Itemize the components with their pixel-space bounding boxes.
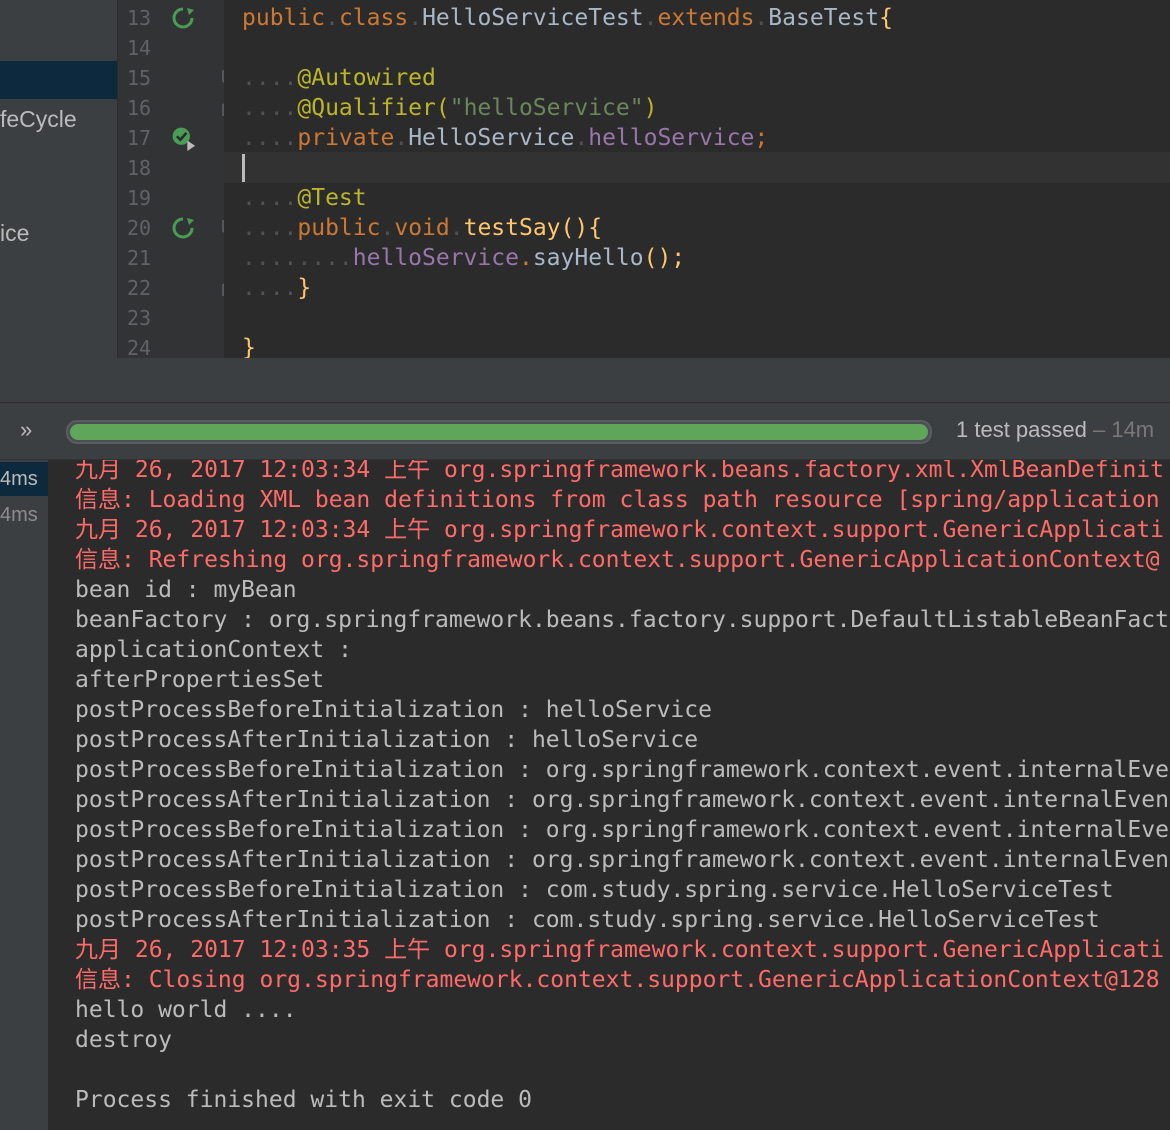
code-token: (); xyxy=(643,245,686,271)
run-console-output[interactable]: 九月 26, 2017 12:03:34 上午 org.springframew… xyxy=(49,460,1170,1130)
console-log-line-error: 九月 26, 2017 12:03:34 上午 org.springframew… xyxy=(75,460,1164,483)
line-number: 21 xyxy=(127,246,152,270)
test-tree-item-duration[interactable]: 4ms xyxy=(0,504,38,527)
line-number: 15 xyxy=(127,66,152,90)
code-token: void xyxy=(394,215,450,241)
line-number: 13 xyxy=(127,6,152,30)
code-token: extends xyxy=(657,5,755,31)
code-token: @Qualifier( xyxy=(297,95,450,121)
console-log-line-error: 信息: Closing org.springframework.context.… xyxy=(75,967,1160,993)
code-token: class xyxy=(338,5,409,31)
code-token: public xyxy=(242,5,326,31)
code-line-22: ....} xyxy=(242,275,312,301)
code-token: sayHello xyxy=(532,245,644,271)
line-number: 14 xyxy=(127,36,152,60)
console-log-line: postProcessBeforeInitialization : org.sp… xyxy=(75,817,1169,843)
code-token: helloService xyxy=(588,125,755,151)
text-caret xyxy=(242,154,245,182)
console-log-line: postProcessAfterInitialization : org.spr… xyxy=(75,847,1169,873)
code-line-21: ........helloService.sayHello(); xyxy=(242,245,686,271)
console-log-line: beanFactory : org.springframework.beans.… xyxy=(75,607,1169,633)
console-log-line: postProcessBeforeInitialization : com.st… xyxy=(75,877,1114,903)
test-progress-bar xyxy=(66,420,932,444)
code-line-17: ....private.HelloService.helloService; xyxy=(242,125,769,151)
code-token: (){ xyxy=(560,215,603,241)
console-log-line: postProcessAfterInitialization : org.spr… xyxy=(75,787,1169,813)
code-token: helloService xyxy=(352,245,519,271)
code-token: @Test xyxy=(297,185,367,211)
code-token: private xyxy=(297,125,395,151)
code-token: @Autowired xyxy=(297,65,436,91)
code-token: . xyxy=(518,245,533,271)
console-log-line-error: 九月 26, 2017 12:03:34 上午 org.springframew… xyxy=(75,517,1164,543)
console-log-line: postProcessBeforeInitialization : org.sp… xyxy=(75,757,1169,783)
line-number: 20 xyxy=(127,216,152,240)
sidebar-item-lifecycle[interactable]: feCycle xyxy=(0,106,77,133)
sidebar-selected-row[interactable] xyxy=(0,61,117,99)
console-log-line: postProcessAfterInitialization : com.stu… xyxy=(75,907,1100,933)
code-token: BaseTest xyxy=(768,5,880,31)
code-token: ; xyxy=(754,125,769,151)
tool-window-strip xyxy=(0,358,1170,403)
test-results-tree: 4ms 4ms xyxy=(0,460,49,1130)
test-progress-fill xyxy=(70,424,928,440)
console-log-line: postProcessAfterInitialization : helloSe… xyxy=(75,727,699,753)
console-log-line: applicationContext : xyxy=(75,637,366,663)
console-log-line-error: 九月 26, 2017 12:03:35 上午 org.springframew… xyxy=(75,937,1164,963)
run-test-method-icon[interactable] xyxy=(170,215,196,241)
run-test-class-icon[interactable] xyxy=(170,5,196,31)
line-number: 19 xyxy=(127,186,152,210)
code-token: { xyxy=(879,5,893,31)
test-runner-toolbar: » 1 test passed – 14m xyxy=(0,403,1170,460)
code-line-20: ....public.void.testSay(){ xyxy=(242,215,603,241)
code-token: public xyxy=(297,215,381,241)
line-number: 18 xyxy=(127,156,152,180)
line-number: 16 xyxy=(127,96,152,120)
console-log-line: postProcessBeforeInitialization : helloS… xyxy=(75,697,712,723)
code-token: HelloServiceTest xyxy=(422,5,644,31)
test-tree-item-duration[interactable]: 4ms xyxy=(0,468,38,491)
code-line-13: public.class.HelloServiceTest.extends.Ba… xyxy=(242,5,893,31)
test-status-label: 1 test passed xyxy=(956,417,1087,442)
line-number: 23 xyxy=(127,306,152,330)
code-token: ) xyxy=(643,95,658,121)
code-token: HelloService xyxy=(408,125,575,151)
line-number: 22 xyxy=(127,276,152,300)
debug-run-icon[interactable] xyxy=(170,125,196,151)
chevron-double-right-icon[interactable]: » xyxy=(20,417,32,443)
code-token: "helloService" xyxy=(449,95,644,121)
console-log-line: bean id : myBean xyxy=(75,577,297,603)
sidebar-item-service[interactable]: ice xyxy=(0,220,29,247)
console-log-line: afterPropertiesSet xyxy=(75,667,325,693)
console-log-line: destroy xyxy=(75,1027,172,1053)
current-line-highlight xyxy=(224,152,1170,183)
code-line-19: ....@Test xyxy=(242,185,367,211)
project-sidebar: feCycle ice xyxy=(0,0,117,358)
console-log-line: hello world .... xyxy=(75,997,297,1023)
console-log-line-error: 信息: Refreshing org.springframework.conte… xyxy=(75,547,1160,573)
code-line-15: ....@Autowired xyxy=(242,65,436,91)
code-line-16: ....@Qualifier("helloService") xyxy=(242,95,658,121)
line-number: 17 xyxy=(127,126,152,150)
line-number: 24 xyxy=(127,336,152,360)
test-status-text: 1 test passed – 14m xyxy=(956,417,1154,443)
code-token: testSay xyxy=(463,215,561,241)
console-log-line: Process finished with exit code 0 xyxy=(75,1087,532,1113)
console-log-line-error: 信息: Loading XML bean definitions from cl… xyxy=(75,487,1160,513)
code-token: } xyxy=(297,275,312,301)
test-duration: – 14m xyxy=(1086,417,1155,442)
